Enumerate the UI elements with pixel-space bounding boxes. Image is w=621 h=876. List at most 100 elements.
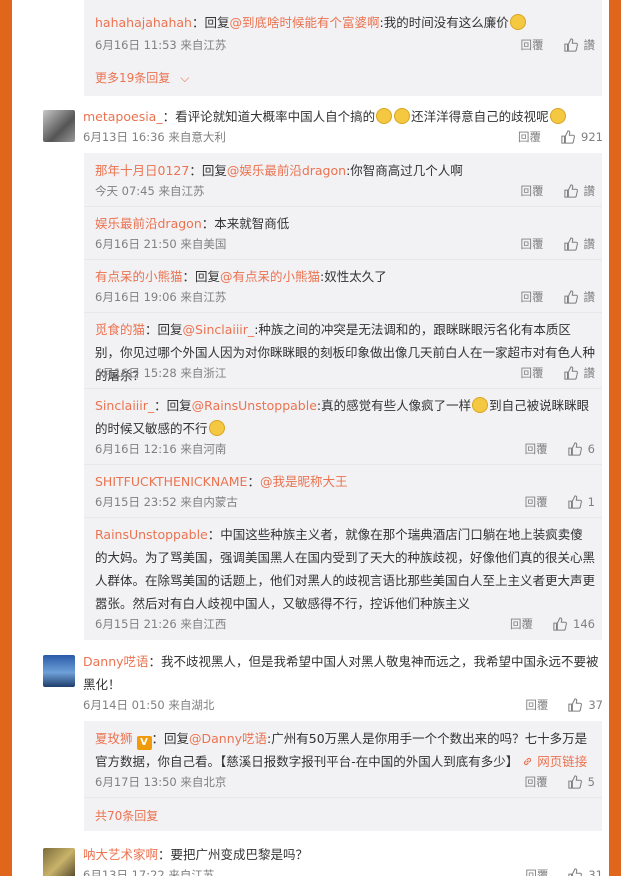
comment-meta-row: 6月13日 16:36 来自意大利 回覆 921 <box>83 129 603 145</box>
reply-meta-row: 6月16日 12:16 来自河南 回覆 6 <box>95 441 595 457</box>
reply-item: 那年十月日0127：回复@娱乐最前沿dragon:你智商高过几个人啊 <box>95 163 463 178</box>
reply-button[interactable]: 回覆 <box>521 236 544 252</box>
comment-meta-row: 6月13日 17:22 来自江苏 回覆 31 <box>83 865 603 876</box>
thumb-up-icon <box>563 184 578 198</box>
thumb-up-icon <box>553 617 567 631</box>
emoji-icon <box>509 14 526 30</box>
emoji-icon <box>394 108 411 124</box>
link-icon <box>524 757 532 766</box>
mention-link[interactable]: @我是昵称大王 <box>260 474 348 489</box>
like-button[interactable]: 讚 <box>563 183 595 199</box>
mention-link[interactable]: @Sinclaiiir_ <box>183 322 255 337</box>
reply-button[interactable]: 回覆 <box>525 774 548 790</box>
mention-link[interactable]: @到底啥时候能有个富婆啊 <box>229 15 379 30</box>
reply-item: SHITFUCKTHENICKNAME：@我是昵称大王 <box>95 474 348 489</box>
like-button[interactable]: 921 <box>561 130 603 144</box>
thumb-up-icon <box>568 868 583 876</box>
like-button[interactable]: 6 <box>568 442 595 456</box>
reply-button[interactable]: 回覆 <box>525 441 548 457</box>
all-replies-link[interactable]: 共70条回复 <box>95 805 158 827</box>
reply-username[interactable]: 夏玫狮 <box>95 731 133 746</box>
reply-username[interactable]: 那年十月日0127 <box>95 163 189 178</box>
like-button[interactable]: 讚 <box>563 37 595 53</box>
avatar[interactable] <box>43 110 75 142</box>
reply-item: 夏玫狮 V ：回复@Danny呓语:广州有50万黑人是你用手一个个数出来的吗？七十… <box>95 731 588 769</box>
comment-username[interactable]: Danny呓语 <box>83 654 149 669</box>
like-button[interactable]: 37 <box>568 698 603 712</box>
reply-username[interactable]: hahahajahahah <box>95 15 192 30</box>
divider <box>84 312 602 313</box>
reply-meta-row: 6月15日 23:52 来自内蒙古 回覆 1 <box>95 494 595 510</box>
like-button[interactable]: 讚 <box>563 289 595 305</box>
like-button[interactable]: 1 <box>568 495 595 509</box>
emoji-icon <box>208 420 225 436</box>
divider <box>84 797 602 798</box>
thumb-up-icon <box>568 495 582 509</box>
divider <box>84 388 602 389</box>
reply-button[interactable]: 回覆 <box>525 697 548 713</box>
reply-button[interactable]: 回覆 <box>521 183 544 199</box>
reply-button[interactable]: 回覆 <box>525 867 548 876</box>
emoji-icon <box>549 108 566 124</box>
comment-username[interactable]: metapoesia_ <box>83 109 163 124</box>
verified-badge-icon: V <box>136 736 152 750</box>
reply-meta-row: 6月16日 15:28 来自浙江 回覆讚 <box>95 365 595 381</box>
reply-username[interactable]: 娱乐最前沿dragon <box>95 216 202 231</box>
reply-item: hahahajahahah：回复@到底啥时候能有个富婆啊:我的时间没有这么廉价 <box>95 11 595 34</box>
reply-meta-row: 6月15日 21:26 来自江西 回覆 146 <box>95 616 595 632</box>
like-button[interactable]: 5 <box>568 775 595 789</box>
reply-username[interactable]: SHITFUCKTHENICKNAME <box>95 474 247 489</box>
reply-button[interactable]: 回覆 <box>518 129 541 145</box>
reply-button[interactable]: 回覆 <box>521 37 544 53</box>
reply-meta-row: 6月16日 21:50 来自美国 回覆讚 <box>95 236 595 252</box>
divider <box>84 259 602 260</box>
like-button[interactable]: 讚 <box>563 236 595 252</box>
reply-username[interactable]: Sinclaiiir_ <box>95 398 154 413</box>
reply-item: 娱乐最前沿dragon：本来就智商低 <box>95 216 290 231</box>
comment-item: metapoesia_：看评论就知道大概率中国人自个搞的 还洋洋得意自己的歧视呢 <box>83 105 603 128</box>
thumb-up-icon <box>561 130 575 144</box>
mention-link[interactable]: @Danny呓语 <box>189 731 267 746</box>
thumb-up-icon <box>568 775 582 789</box>
reply-button[interactable]: 回覆 <box>525 494 548 510</box>
more-replies-link[interactable]: 更多19条回复 ⌵ <box>95 67 189 89</box>
reply-meta-row: 6月16日 19:06 来自江苏 回覆讚 <box>95 289 595 305</box>
reply-meta-row: 6月16日 11:53 来自江苏 回覆讚 <box>95 35 595 55</box>
like-button[interactable]: 31 <box>568 868 603 876</box>
like-button[interactable]: 146 <box>553 617 595 631</box>
thumb-up-icon <box>563 366 578 380</box>
reply-username[interactable]: 觅食的猫 <box>95 322 145 337</box>
thumb-up-icon <box>568 442 582 456</box>
thumb-up-icon <box>568 698 583 712</box>
emoji-icon <box>472 397 489 413</box>
reply-username[interactable]: 有点呆的小熊猫 <box>95 269 183 284</box>
reply-item: 有点呆的小熊猫：回复@有点呆的小熊猫:奴性太久了 <box>95 269 387 284</box>
reply-meta-row: 今天 07:45 来自江苏 回覆讚 <box>95 183 595 199</box>
divider <box>84 206 602 207</box>
avatar[interactable] <box>43 848 75 876</box>
reply-button[interactable]: 回覆 <box>510 616 533 632</box>
reply-username[interactable]: RainsUnstoppable <box>95 527 208 542</box>
mention-link[interactable]: @有点呆的小熊猫 <box>220 269 320 284</box>
comment-meta-row: 6月14日 01:50 来自湖北 回覆 37 <box>83 697 603 713</box>
mention-link[interactable]: @娱乐最前沿dragon <box>227 163 346 178</box>
reply-button[interactable]: 回覆 <box>521 365 544 381</box>
mention-link[interactable]: @RainsUnstoppable <box>192 398 317 413</box>
reply-button[interactable]: 回覆 <box>521 289 544 305</box>
reply-item: Sinclaiiir_：回复@RainsUnstoppable:真的感觉有些人像… <box>95 397 590 436</box>
comment-item: 呐大艺术家啊：要把广州变成巴黎是吗？ <box>83 847 309 862</box>
like-button[interactable]: 讚 <box>563 365 595 381</box>
divider <box>84 464 602 465</box>
chevron-down-icon: ⌵ <box>180 71 190 85</box>
web-link[interactable]: 网页链接 <box>522 754 587 769</box>
reply-meta-row: 6月17日 13:50 来自北京 回覆 5 <box>95 774 595 790</box>
comment-username[interactable]: 呐大艺术家啊 <box>83 847 158 862</box>
thumb-up-icon <box>563 290 578 304</box>
thumb-up-icon <box>563 38 578 52</box>
divider <box>84 517 602 518</box>
comment-item: Danny呓语：我不歧视黑人，但是我希望中国人对黑人敬鬼神而远之，我希望中国永远… <box>83 654 599 692</box>
comments-panel: hahahajahahah：回复@到底啥时候能有个富婆啊:我的时间没有这么廉价 … <box>12 0 609 876</box>
emoji-icon <box>376 108 393 124</box>
avatar[interactable] <box>43 655 75 687</box>
thumb-up-icon <box>563 237 578 251</box>
